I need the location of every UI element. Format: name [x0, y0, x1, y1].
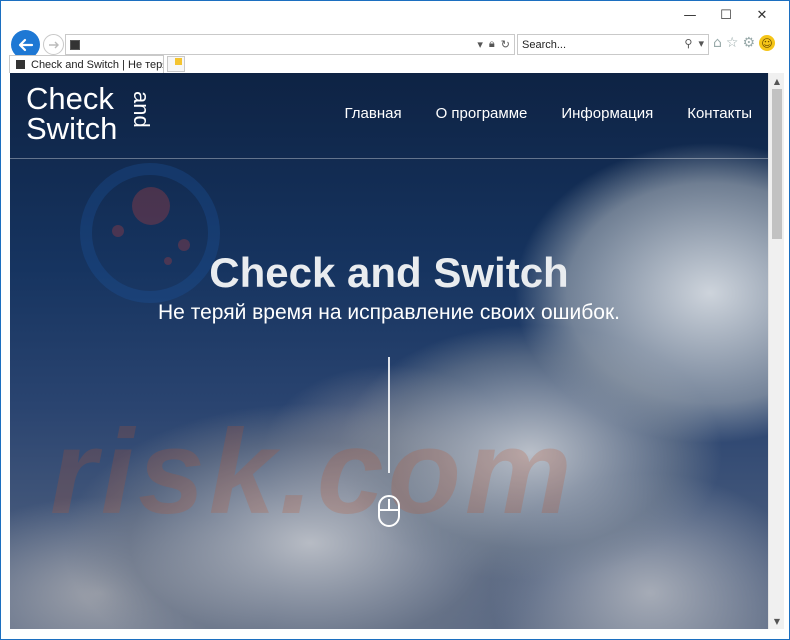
search-dropdown-icon[interactable]: ▾ — [698, 37, 704, 50]
vertical-scrollbar[interactable]: ▲ ▼ — [768, 73, 784, 629]
search-icon[interactable]: ⚲ — [684, 37, 692, 50]
logo-word-switch: Switch — [26, 111, 118, 146]
new-tab-button[interactable] — [167, 56, 185, 72]
menu-item-contacts[interactable]: Контакты — [687, 105, 752, 122]
status-strip — [1, 629, 789, 639]
address-bar[interactable]: ▾ 🔒︎ ↻ — [65, 34, 515, 55]
scroll-mouse-icon[interactable] — [378, 495, 400, 527]
page-content: risk.com Check Switch and Главная О прог… — [10, 73, 768, 629]
lock-icon[interactable]: 🔒︎ — [489, 37, 495, 51]
menu-item-about[interactable]: О программе — [436, 105, 528, 122]
feedback-smiley-icon[interactable]: ☺ — [759, 35, 776, 51]
browser-window: — ☐ ✕ ▾ 🔒︎ ↻ ⚲ ▾ ⌂ ☆ ⚙ — [0, 0, 790, 640]
site-favicon-icon — [70, 40, 80, 50]
favorites-star-icon[interactable]: ☆ — [726, 35, 739, 51]
logo-word-and: and — [129, 91, 154, 128]
hero-subtitle: Не теряй время на исправление своих ошиб… — [158, 301, 620, 324]
dropdown-arrow-icon[interactable]: ▾ — [477, 38, 483, 51]
site-logo[interactable]: Check Switch and — [26, 83, 156, 149]
forward-button[interactable] — [43, 34, 64, 55]
back-arrow-icon — [18, 38, 33, 51]
search-box: ⚲ ▾ — [517, 34, 709, 55]
main-menu: Главная О программе Информация Контакты — [345, 105, 753, 122]
minimize-button[interactable]: — — [675, 5, 705, 25]
forward-arrow-icon — [48, 41, 59, 48]
tab-title: Check and Switch | Не теря... — [31, 58, 164, 71]
tab-bar: Check and Switch | Не теря... — [1, 55, 789, 73]
scroll-up-icon[interactable]: ▲ — [769, 73, 785, 89]
close-button[interactable]: ✕ — [747, 5, 777, 25]
search-input[interactable] — [518, 35, 668, 55]
tab-favicon-icon — [16, 60, 25, 69]
title-bar: — ☐ ✕ — [1, 1, 789, 29]
home-icon[interactable]: ⌂ — [713, 35, 722, 51]
maximize-button[interactable]: ☐ — [711, 5, 741, 25]
menu-item-home[interactable]: Главная — [345, 105, 402, 122]
refresh-icon[interactable]: ↻ — [501, 38, 510, 51]
hero-title: Check and Switch — [209, 249, 569, 296]
scroll-down-icon[interactable]: ▼ — [769, 613, 785, 629]
settings-gear-icon[interactable]: ⚙ — [742, 35, 755, 51]
site-header: Check Switch and Главная О программе Инф… — [10, 73, 768, 159]
watermark-text: risk.com — [50, 405, 576, 539]
scroll-line — [388, 357, 390, 473]
scrollbar-thumb[interactable] — [772, 89, 782, 239]
menu-item-info[interactable]: Информация — [561, 105, 653, 122]
tab-active[interactable]: Check and Switch | Не теря... — [9, 55, 164, 73]
